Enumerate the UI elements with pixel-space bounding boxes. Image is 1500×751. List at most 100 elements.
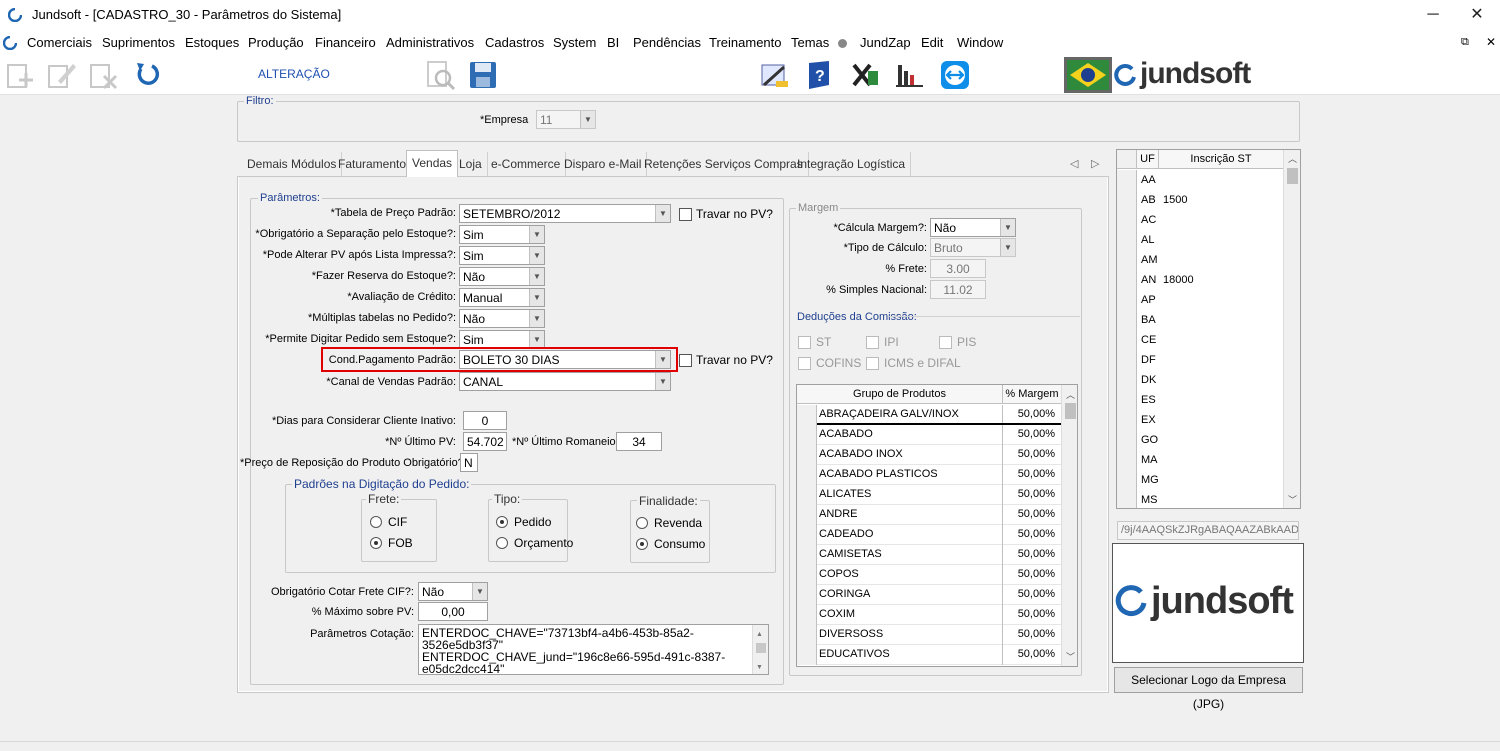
margem-cell[interactable]: 50,00%: [1003, 648, 1055, 660]
row-indicator[interactable]: [1117, 250, 1137, 270]
maximize-button[interactable]: [1412, 0, 1456, 30]
uf-cell[interactable]: AM: [1141, 254, 1159, 266]
report-icon[interactable]: [758, 59, 790, 91]
uf-grid[interactable]: UF Inscrição ST AA AB 1500 AC AL AM AN 18000 AP B…: [1116, 149, 1301, 509]
table-row[interactable]: AM: [1117, 250, 1283, 270]
table-row[interactable]: EDUCATIVOS 50,00%: [797, 645, 1061, 665]
ultimo-pv-input[interactable]: 54.702: [463, 432, 507, 451]
table-row[interactable]: ALICATES 50,00%: [797, 485, 1061, 505]
menu-producao[interactable]: Produção: [248, 35, 304, 50]
row-indicator[interactable]: [1117, 410, 1137, 430]
grupo-cell[interactable]: CADEADO: [819, 528, 1001, 540]
uf-cell[interactable]: AP: [1141, 294, 1159, 306]
uf-cell[interactable]: MG: [1141, 474, 1159, 486]
row-indicator[interactable]: [1117, 270, 1137, 290]
tipo-calculo-select[interactable]: Bruto ▼: [930, 238, 1016, 257]
margem-cell[interactable]: 50,00%: [1003, 628, 1055, 640]
table-row[interactable]: MS: [1117, 490, 1283, 508]
chart-icon[interactable]: [893, 59, 925, 91]
empresa-select[interactable]: 11 ▼: [536, 110, 596, 129]
uf-cell[interactable]: EX: [1141, 414, 1159, 426]
preco-reposicao-input[interactable]: N: [460, 453, 478, 472]
fin-consumo-radio[interactable]: [636, 538, 648, 550]
multiplas-select[interactable]: Não ▼: [459, 309, 545, 328]
margem-cell[interactable]: 50,00%: [1003, 428, 1055, 440]
row-indicator[interactable]: [1117, 310, 1137, 330]
margem-cell[interactable]: 50,00%: [1003, 408, 1055, 420]
tab-disparo-email[interactable]: Disparo e-Mail: [559, 152, 648, 176]
grupo-cell[interactable]: CORINGA: [819, 588, 1001, 600]
help-book-icon[interactable]: ?: [803, 59, 835, 91]
row-indicator[interactable]: [1117, 430, 1137, 450]
pct-frete-input[interactable]: 3.00: [930, 259, 986, 278]
tabela-preco-select[interactable]: SETEMBRO/2012 ▼: [459, 204, 671, 223]
scroll-down-icon[interactable]: ﹀: [1288, 493, 1297, 506]
row-indicator[interactable]: [1117, 290, 1137, 310]
menu-financeiro[interactable]: Financeiro: [315, 35, 376, 50]
table-row[interactable]: GO: [1117, 430, 1283, 450]
uf-cell[interactable]: AB: [1141, 194, 1159, 206]
uf-cell[interactable]: GO: [1141, 434, 1159, 446]
travar-pv2-checkbox[interactable]: [679, 354, 692, 367]
margem-cell[interactable]: 50,00%: [1003, 568, 1055, 580]
tab-ecommerce[interactable]: e-Commerce: [486, 152, 567, 176]
travar-pv-checkbox[interactable]: [679, 208, 692, 221]
logo-base64-field[interactable]: /9j/4AAQSkZJRgABAQAAZABkAAD/2wCE: [1117, 521, 1299, 540]
row-indicator[interactable]: [1117, 350, 1137, 370]
margem-cell[interactable]: 50,00%: [1003, 508, 1055, 520]
menu-comerciais[interactable]: Comerciais: [27, 35, 92, 50]
scroll-down-icon[interactable]: ▼: [756, 662, 763, 674]
grupo-cell[interactable]: ANDRE: [819, 508, 1001, 520]
row-indicator[interactable]: [797, 625, 817, 645]
row-indicator[interactable]: [797, 425, 817, 445]
fin-revenda-radio[interactable]: [636, 517, 648, 529]
table-row[interactable]: ACABADO 50,00%: [797, 425, 1061, 445]
undo-icon[interactable]: [132, 59, 164, 91]
table-row[interactable]: CE: [1117, 330, 1283, 350]
table-row[interactable]: ANDRE 50,00%: [797, 505, 1061, 525]
menu-estoques[interactable]: Estoques: [185, 35, 239, 50]
row-indicator[interactable]: [797, 605, 817, 625]
frete-fob-radio[interactable]: [370, 537, 382, 549]
row-indicator[interactable]: [797, 445, 817, 465]
grupo-cell[interactable]: ACABADO: [819, 428, 1001, 440]
scroll-thumb[interactable]: [1065, 403, 1076, 419]
table-row[interactable]: COPOS 50,00%: [797, 565, 1061, 585]
table-row[interactable]: BA: [1117, 310, 1283, 330]
table-row[interactable]: CAMISETAS 50,00%: [797, 545, 1061, 565]
tabs-next-button[interactable]: ▷: [1091, 157, 1099, 170]
table-row[interactable]: COXIM 50,00%: [797, 605, 1061, 625]
tab-vendas[interactable]: Vendas: [406, 150, 459, 177]
scroll-up-icon[interactable]: ︿: [1066, 388, 1075, 401]
row-indicator[interactable]: [1117, 390, 1137, 410]
table-row[interactable]: EX: [1117, 410, 1283, 430]
tipo-pedido-radio[interactable]: [496, 516, 508, 528]
fazer-reserva-select[interactable]: Não ▼: [459, 267, 545, 286]
delete-icon[interactable]: [88, 59, 120, 91]
save-icon[interactable]: [467, 59, 499, 91]
scroll-thumb[interactable]: [1287, 168, 1298, 184]
uf-grid-scrollbar[interactable]: ︿ ﹀: [1283, 150, 1300, 508]
row-indicator[interactable]: [1117, 170, 1137, 190]
dias-input[interactable]: 0: [463, 411, 507, 430]
cofins-checkbox[interactable]: [798, 357, 811, 370]
icms-difal-checkbox[interactable]: [866, 357, 879, 370]
scroll-down-icon[interactable]: ﹀: [1066, 650, 1075, 663]
table-row[interactable]: ABRAÇADEIRA GALV/INOX 50,00%: [797, 405, 1061, 425]
margem-cell[interactable]: 50,00%: [1003, 488, 1055, 500]
menu-edit[interactable]: Edit: [921, 35, 943, 50]
uf-cell[interactable]: DK: [1141, 374, 1159, 386]
table-row[interactable]: ES: [1117, 390, 1283, 410]
row-indicator[interactable]: [1117, 370, 1137, 390]
obrig-sep-select[interactable]: Sim ▼: [459, 225, 545, 244]
uf-cell[interactable]: AA: [1141, 174, 1159, 186]
grupo-cell[interactable]: EDUCATIVOS: [819, 648, 1001, 660]
row-indicator[interactable]: [1117, 190, 1137, 210]
mdi-close-button[interactable]: ✕: [1486, 35, 1496, 49]
uf-cell[interactable]: AC: [1141, 214, 1159, 226]
add-icon[interactable]: [4, 59, 36, 91]
scroll-up-icon[interactable]: ︿: [1288, 152, 1297, 165]
inscricao-cell[interactable]: 1500: [1163, 194, 1281, 206]
uf-cell[interactable]: ES: [1141, 394, 1159, 406]
edit-icon[interactable]: [46, 59, 78, 91]
